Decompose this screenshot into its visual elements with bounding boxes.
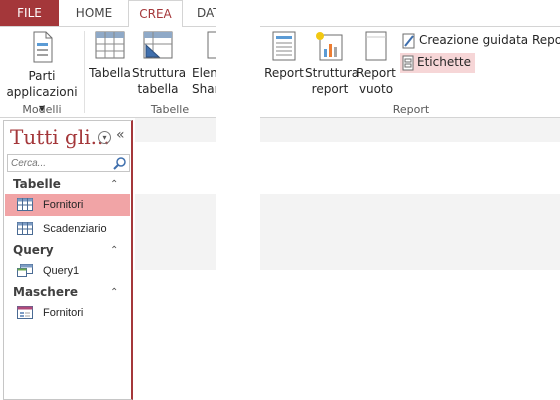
nav-search-box bbox=[7, 154, 130, 172]
form-icon bbox=[17, 306, 33, 319]
collapse-pane-icon[interactable]: « bbox=[116, 127, 125, 143]
nav-item-query1[interactable]: Query1 bbox=[5, 260, 130, 282]
report-vuoto-label-1: Report bbox=[356, 66, 396, 80]
list-item-label: Fornitori bbox=[43, 199, 84, 211]
creazione-guidata-report-button[interactable]: Creazione guidata Report bbox=[400, 31, 560, 51]
nav-pane-title[interactable]: Tutti gli... bbox=[10, 125, 110, 149]
blank-report-icon bbox=[365, 31, 387, 61]
list-item-label: Query1 bbox=[43, 265, 80, 277]
report-wizard-icon bbox=[402, 33, 415, 48]
elenchi-sharepoint-button[interactable]: Elenc Sharel bbox=[186, 31, 230, 97]
report-vuoto-button[interactable]: Report vuoto bbox=[356, 31, 396, 97]
tabella-label: Tabella bbox=[89, 66, 131, 80]
chevron-down-icon[interactable]: ▾ bbox=[98, 131, 111, 144]
window-gap bbox=[216, 0, 260, 400]
table-design-icon bbox=[143, 31, 173, 59]
nav-item-scadenziario-table[interactable]: Scadenziario bbox=[5, 218, 130, 240]
collapse-up-icon[interactable]: ⌃ bbox=[110, 179, 118, 190]
document-band bbox=[135, 118, 560, 142]
tabella-button[interactable]: Tabella bbox=[88, 31, 132, 81]
struttura-tabella-label-1: Struttura bbox=[132, 66, 187, 80]
table-icon bbox=[17, 198, 33, 211]
document-area bbox=[135, 118, 560, 400]
struttura-tabella-label-2: tabella bbox=[137, 82, 179, 96]
query-icon bbox=[17, 264, 33, 277]
etichette-label: Etichette bbox=[417, 55, 471, 69]
report-label: Report bbox=[264, 66, 304, 80]
table-icon bbox=[17, 222, 33, 235]
tab-crea[interactable]: CREA bbox=[128, 0, 183, 27]
struttura-tabella-button[interactable]: Struttura tabella bbox=[132, 31, 187, 97]
labels-icon bbox=[402, 55, 414, 70]
nav-group-maschere[interactable]: Maschere bbox=[13, 285, 78, 299]
search-icon[interactable] bbox=[111, 155, 129, 171]
parti-label-1: Parti bbox=[28, 69, 56, 83]
struttura-report-button[interactable]: Struttura report bbox=[305, 31, 360, 97]
report-vuoto-label-2: vuoto bbox=[358, 82, 394, 96]
search-input[interactable] bbox=[11, 156, 109, 171]
struttura-report-label-1: Struttura bbox=[305, 66, 360, 80]
ribbon: Parti applicazioni ▾ Modelli Tabella Str… bbox=[0, 27, 560, 118]
etichette-button[interactable]: Etichette bbox=[400, 53, 475, 73]
document-band bbox=[135, 194, 560, 270]
group-label-modelli: Modelli bbox=[22, 103, 62, 116]
group-separator bbox=[84, 31, 85, 113]
table-icon bbox=[95, 31, 125, 59]
creazione-guidata-label: Creazione guidata Report bbox=[419, 33, 560, 47]
ribbon-tab-bar: FILE HOME CREA DAT bbox=[0, 0, 560, 27]
application-parts-icon bbox=[33, 31, 53, 63]
tab-home[interactable]: HOME bbox=[62, 0, 126, 26]
report-icon bbox=[272, 31, 296, 61]
list-item-label: Fornitori bbox=[43, 307, 84, 319]
nav-item-fornitori-table[interactable]: Fornitori bbox=[5, 194, 130, 216]
report-design-icon bbox=[316, 32, 343, 61]
nav-group-tabelle[interactable]: Tabelle bbox=[13, 177, 61, 191]
report-button[interactable]: Report bbox=[264, 31, 304, 81]
struttura-report-label-2: report bbox=[311, 82, 349, 96]
nav-group-query[interactable]: Query bbox=[13, 243, 54, 257]
group-label-report: Report bbox=[392, 103, 430, 116]
list-item-label: Scadenziario bbox=[43, 223, 107, 235]
collapse-up-icon[interactable]: ⌃ bbox=[110, 287, 118, 298]
tab-file[interactable]: FILE bbox=[0, 0, 59, 26]
nav-item-fornitori-form[interactable]: Fornitori bbox=[5, 302, 130, 324]
navigation-pane: Tutti gli... ▾ « Tabelle ⌃ Fornitori Sca… bbox=[3, 120, 133, 400]
collapse-up-icon[interactable]: ⌃ bbox=[110, 245, 118, 256]
